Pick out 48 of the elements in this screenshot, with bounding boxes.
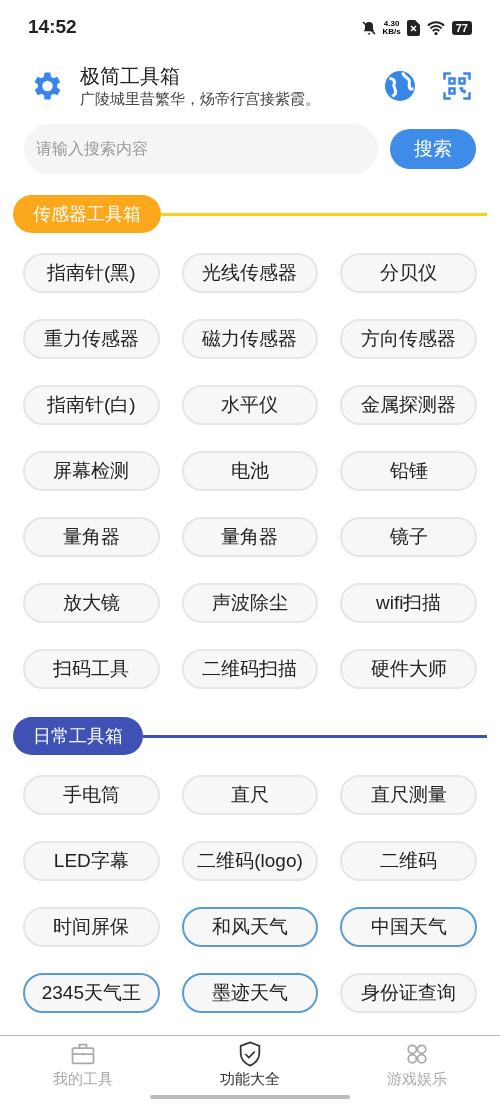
tool-button[interactable]: 身份证查询 xyxy=(340,973,477,1013)
tool-button[interactable]: 二维码 xyxy=(340,841,477,881)
qr-scan-icon[interactable] xyxy=(442,71,472,101)
tool-button[interactable]: 时间屏保 xyxy=(23,907,160,947)
tool-button[interactable]: 分贝仪 xyxy=(340,253,477,293)
tool-button[interactable]: 直尺测量 xyxy=(340,775,477,815)
wifi-icon xyxy=(425,19,446,36)
tool-button[interactable]: wifi扫描 xyxy=(340,583,477,623)
tool-button[interactable]: 量角器 xyxy=(181,517,319,557)
tool-button[interactable]: 直尺 xyxy=(181,775,319,815)
app-subtitle: 广陵城里昔繁华，炀帝行宫接紫霞。 xyxy=(80,89,321,109)
tool-button[interactable]: 放大镜 xyxy=(23,583,160,623)
tool-button[interactable]: 屏幕检测 xyxy=(23,451,160,491)
status-time: 14:52 xyxy=(28,15,77,40)
tool-button[interactable]: 金属探测器 xyxy=(340,385,477,425)
section-header: 日常工具箱 xyxy=(13,717,143,755)
tool-button[interactable]: 二维码(logo) xyxy=(181,841,319,881)
tool-button[interactable]: 声波除尘 xyxy=(181,583,319,623)
tool-button[interactable]: 和风天气 xyxy=(181,907,319,947)
tool-button[interactable]: 扫码工具 xyxy=(23,649,160,689)
globe-icon[interactable] xyxy=(382,68,418,104)
tool-button[interactable]: 镜子 xyxy=(340,517,477,557)
section-header: 传感器工具箱 xyxy=(13,195,161,233)
network-speed-unit: KB/s xyxy=(382,27,401,36)
tool-button[interactable]: 铅锤 xyxy=(340,451,477,491)
tool-button[interactable]: 2345天气王 xyxy=(23,973,160,1013)
tool-button[interactable]: 手电筒 xyxy=(23,775,160,815)
tool-button[interactable]: 方向传感器 xyxy=(340,319,477,359)
network-speed: 4.30 xyxy=(383,19,400,28)
tool-button[interactable]: 指南针(白) xyxy=(23,385,160,425)
tool-button[interactable]: 量角器 xyxy=(23,517,160,557)
tool-button[interactable]: 磁力传感器 xyxy=(181,319,319,359)
tool-button[interactable]: LED字幕 xyxy=(23,841,160,881)
tool-button[interactable]: 重力传感器 xyxy=(23,319,160,359)
sim-icon xyxy=(406,19,420,36)
tool-button[interactable]: 指南针(黑) xyxy=(23,253,160,293)
tool-button[interactable]: 光线传感器 xyxy=(181,253,319,293)
tool-button[interactable]: 墨迹天气 xyxy=(181,973,319,1013)
tool-button[interactable]: 水平仪 xyxy=(181,385,319,425)
tool-button[interactable]: 二维码扫描 xyxy=(181,649,319,689)
tool-button[interactable]: 中国天气 xyxy=(340,907,477,947)
tool-button[interactable]: 电池 xyxy=(181,451,319,491)
nav-tab[interactable]: 功能大全 xyxy=(166,1036,334,1095)
tool-button[interactable]: 硬件大师 xyxy=(340,649,477,689)
battery-indicator: 77 xyxy=(451,20,472,35)
bell-off-icon xyxy=(360,19,377,36)
app-title: 极简工具箱 xyxy=(80,64,181,89)
search-field[interactable]: 请输入搜索内容 xyxy=(24,124,378,174)
